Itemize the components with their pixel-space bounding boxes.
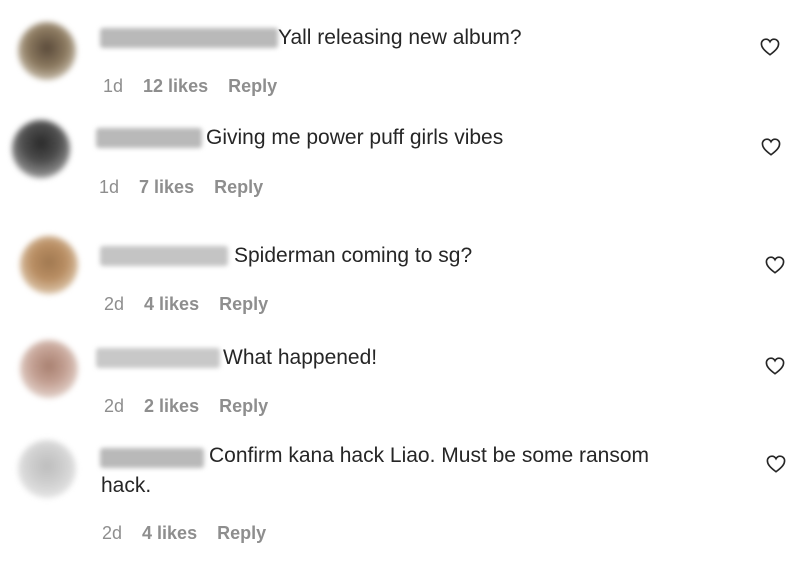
comment-time: 2d: [104, 294, 125, 314]
heart-outline-icon[interactable]: [761, 138, 781, 156]
comment-meta: 2d 4 likes Reply: [102, 523, 266, 544]
comment-text-continued: hack.: [101, 474, 152, 497]
reply-button[interactable]: Reply: [217, 523, 266, 544]
comment-time: 2d: [102, 523, 123, 543]
likes-count[interactable]: 4 likes: [142, 523, 197, 544]
likes-count[interactable]: 7 likes: [139, 177, 194, 198]
avatar[interactable]: [20, 236, 78, 294]
avatar[interactable]: [18, 440, 76, 498]
avatar[interactable]: [12, 120, 70, 178]
comment-text: Giving me power puff girls vibes: [206, 126, 504, 149]
username-blurred[interactable]: [100, 246, 228, 266]
reply-button[interactable]: Reply: [219, 396, 268, 417]
comment-text: Spiderman coming to sg?: [234, 244, 473, 267]
comment-text: What happened!: [223, 346, 378, 369]
comment-item: Confirm kana hack Liao. Must be some ran…: [0, 0, 800, 543]
comment-time: 1d: [99, 177, 120, 197]
reply-button[interactable]: Reply: [214, 177, 263, 198]
heart-outline-icon[interactable]: [766, 455, 786, 473]
likes-count[interactable]: 2 likes: [144, 396, 199, 417]
heart-outline-icon[interactable]: [765, 256, 785, 274]
reply-button[interactable]: Reply: [219, 294, 268, 315]
comment-text: Confirm kana hack Liao. Must be some ran…: [209, 444, 650, 467]
likes-count[interactable]: 4 likes: [144, 294, 199, 315]
comment-meta: 2d 2 likes Reply: [104, 396, 268, 417]
heart-outline-icon[interactable]: [765, 357, 785, 375]
username-blurred[interactable]: [100, 448, 204, 468]
username-blurred[interactable]: [96, 348, 220, 368]
comment-meta: 1d 7 likes Reply: [99, 177, 263, 198]
comment-time: 2d: [104, 396, 125, 416]
username-blurred[interactable]: [96, 128, 202, 148]
comment-meta: 2d 4 likes Reply: [104, 294, 268, 315]
avatar[interactable]: [20, 340, 78, 398]
